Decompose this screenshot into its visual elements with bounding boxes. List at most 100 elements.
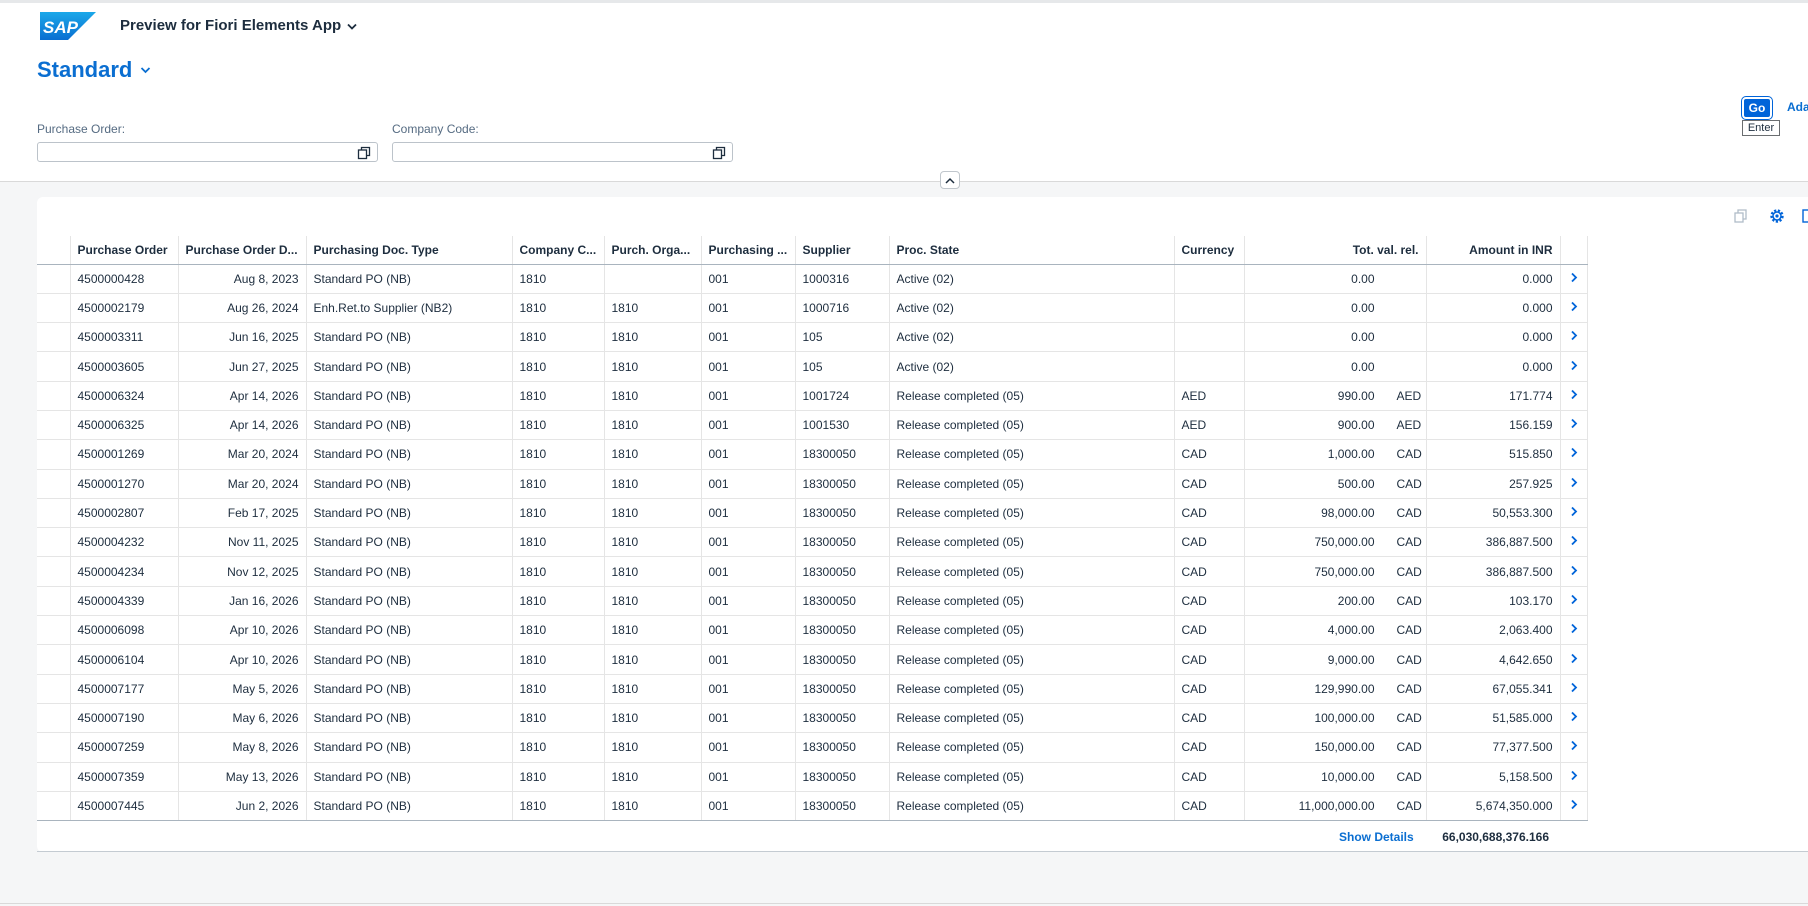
column-header-amount-inr[interactable]: Amount in INR bbox=[1426, 236, 1561, 265]
table-row[interactable]: 4500007445 Jun 2, 2026 Standard PO (NB) 181… bbox=[37, 791, 1588, 822]
row-navigation[interactable] bbox=[1560, 469, 1588, 499]
sap-logo[interactable]: SAP bbox=[40, 12, 96, 40]
table-row[interactable]: 4500003605 Jun 27, 2025 Standard PO (NB) 18… bbox=[37, 351, 1588, 382]
chevron-right-icon[interactable] bbox=[1570, 418, 1578, 429]
column-header-supplier[interactable]: Supplier bbox=[795, 236, 890, 265]
row-navigation[interactable] bbox=[1560, 791, 1588, 822]
table-row[interactable]: 4500003311 Jun 16, 2025 Standard PO (NB) 18… bbox=[37, 322, 1588, 353]
row-navigation[interactable] bbox=[1560, 439, 1588, 470]
row-navigation[interactable] bbox=[1560, 703, 1588, 734]
adapt-filters-button[interactable]: Ada bbox=[1787, 100, 1808, 114]
table-row[interactable]: 4500004234 Nov 12, 2025 Standard PO (NB) 18… bbox=[37, 556, 1588, 587]
row-navigation[interactable] bbox=[1560, 615, 1588, 646]
row-selector[interactable] bbox=[37, 732, 71, 763]
row-navigation[interactable] bbox=[1560, 381, 1588, 411]
row-navigation[interactable] bbox=[1560, 498, 1588, 529]
chevron-right-icon[interactable] bbox=[1570, 477, 1578, 488]
column-header-purchase-order-date[interactable]: Purchase Order D... bbox=[178, 236, 307, 265]
table-row[interactable]: 4500000428 Aug 8, 2023 Standard PO (NB) 181… bbox=[37, 264, 1588, 294]
chevron-right-icon[interactable] bbox=[1570, 623, 1578, 634]
row-selector[interactable] bbox=[37, 410, 71, 441]
row-selector[interactable] bbox=[37, 351, 71, 382]
row-selector[interactable] bbox=[37, 556, 71, 587]
chevron-right-icon[interactable] bbox=[1570, 682, 1578, 693]
table-row[interactable]: 4500006324 Apr 14, 2026 Standard PO (NB) 18… bbox=[37, 381, 1588, 411]
row-selector[interactable] bbox=[37, 703, 71, 734]
table-row[interactable]: 4500007259 May 8, 2026 Standard PO (NB) 181… bbox=[37, 732, 1588, 763]
chevron-right-icon[interactable] bbox=[1570, 360, 1578, 371]
company-code-input[interactable] bbox=[392, 142, 733, 162]
row-selector[interactable] bbox=[37, 439, 71, 470]
row-selector[interactable] bbox=[37, 381, 71, 411]
chevron-right-icon[interactable] bbox=[1570, 770, 1578, 781]
row-navigation[interactable] bbox=[1560, 322, 1588, 353]
collapse-header-button[interactable] bbox=[940, 171, 960, 189]
chevron-right-icon[interactable] bbox=[1570, 535, 1578, 546]
chevron-right-icon[interactable] bbox=[1570, 594, 1578, 605]
row-navigation[interactable] bbox=[1560, 586, 1588, 617]
row-selector[interactable] bbox=[37, 674, 71, 704]
purchase-order-input[interactable] bbox=[37, 142, 378, 162]
column-header-tot-val-rel[interactable]: Tot. val. rel. bbox=[1244, 236, 1427, 265]
chevron-right-icon[interactable] bbox=[1570, 740, 1578, 751]
row-selector[interactable] bbox=[37, 762, 71, 792]
column-header-purchasing-doc-type[interactable]: Purchasing Doc. Type bbox=[306, 236, 513, 265]
row-selector[interactable] bbox=[37, 791, 71, 822]
row-selector[interactable] bbox=[37, 644, 71, 675]
table-row[interactable]: 4500004232 Nov 11, 2025 Standard PO (NB) 18… bbox=[37, 527, 1588, 558]
table-row[interactable]: 4500007190 May 6, 2026 Standard PO (NB) 181… bbox=[37, 703, 1588, 734]
chevron-right-icon[interactable] bbox=[1570, 653, 1578, 664]
go-button[interactable]: Go bbox=[1741, 96, 1773, 120]
column-header-purchase-order[interactable]: Purchase Order bbox=[70, 236, 179, 265]
row-selector[interactable] bbox=[37, 469, 71, 499]
variant-selector[interactable]: Standard bbox=[37, 57, 151, 83]
table-row[interactable]: 4500006098 Apr 10, 2026 Standard PO (NB) 18… bbox=[37, 615, 1588, 646]
row-navigation[interactable] bbox=[1560, 351, 1588, 382]
copy-icon[interactable] bbox=[1732, 207, 1750, 225]
chevron-right-icon[interactable] bbox=[1570, 272, 1578, 283]
gear-icon[interactable] bbox=[1768, 207, 1786, 225]
value-help-icon[interactable] bbox=[357, 146, 371, 160]
table-row[interactable]: 4500007359 May 13, 2026 Standard PO (NB) 18… bbox=[37, 762, 1588, 792]
table-row[interactable]: 4500007177 May 5, 2026 Standard PO (NB) 181… bbox=[37, 674, 1588, 704]
row-selector[interactable] bbox=[37, 527, 71, 558]
export-icon[interactable] bbox=[1801, 207, 1808, 225]
row-selector[interactable] bbox=[37, 586, 71, 617]
column-header-purch-org[interactable]: Purch. Orga... bbox=[604, 236, 702, 265]
row-selector[interactable] bbox=[37, 264, 71, 294]
table-row[interactable]: 4500006104 Apr 10, 2026 Standard PO (NB) 18… bbox=[37, 644, 1588, 675]
row-selector[interactable] bbox=[37, 498, 71, 529]
row-navigation[interactable] bbox=[1560, 762, 1588, 792]
row-navigation[interactable] bbox=[1560, 732, 1588, 763]
column-header-proc-state[interactable]: Proc. State bbox=[889, 236, 1175, 265]
row-selector[interactable] bbox=[37, 293, 71, 324]
value-help-icon[interactable] bbox=[712, 146, 726, 160]
chevron-right-icon[interactable] bbox=[1570, 301, 1578, 312]
row-navigation[interactable] bbox=[1560, 527, 1588, 558]
table-row[interactable]: 4500002179 Aug 26, 2024 Enh.Ret.to Supplie… bbox=[37, 293, 1588, 324]
row-selector[interactable] bbox=[37, 615, 71, 646]
chevron-right-icon[interactable] bbox=[1570, 447, 1578, 458]
row-navigation[interactable] bbox=[1560, 556, 1588, 587]
chevron-right-icon[interactable] bbox=[1570, 565, 1578, 576]
chevron-right-icon[interactable] bbox=[1570, 711, 1578, 722]
row-navigation[interactable] bbox=[1560, 293, 1588, 324]
row-navigation[interactable] bbox=[1560, 410, 1588, 441]
chevron-right-icon[interactable] bbox=[1570, 506, 1578, 517]
table-row[interactable]: 4500001270 Mar 20, 2024 Standard PO (NB) 18… bbox=[37, 469, 1588, 499]
table-row[interactable]: 4500006325 Apr 14, 2026 Standard PO (NB) 18… bbox=[37, 410, 1588, 441]
app-title-menu[interactable]: Preview for Fiori Elements App bbox=[120, 17, 357, 34]
table-row[interactable]: 4500002807 Feb 17, 2025 Standard PO (NB) 18… bbox=[37, 498, 1588, 529]
row-navigation[interactable] bbox=[1560, 674, 1588, 704]
row-navigation[interactable] bbox=[1560, 644, 1588, 675]
column-header-company-code[interactable]: Company C... bbox=[512, 236, 605, 265]
row-selector[interactable] bbox=[37, 322, 71, 353]
row-navigation[interactable] bbox=[1560, 264, 1588, 294]
table-row[interactable]: 4500004339 Jan 16, 2026 Standard PO (NB) 18… bbox=[37, 586, 1588, 617]
table-row[interactable]: 4500001269 Mar 20, 2024 Standard PO (NB) 18… bbox=[37, 439, 1588, 470]
chevron-right-icon[interactable] bbox=[1570, 799, 1578, 810]
column-header-currency[interactable]: Currency bbox=[1174, 236, 1245, 265]
chevron-right-icon[interactable] bbox=[1570, 330, 1578, 341]
chevron-right-icon[interactable] bbox=[1570, 389, 1578, 400]
show-details-link[interactable]: Show Details bbox=[1339, 830, 1414, 844]
